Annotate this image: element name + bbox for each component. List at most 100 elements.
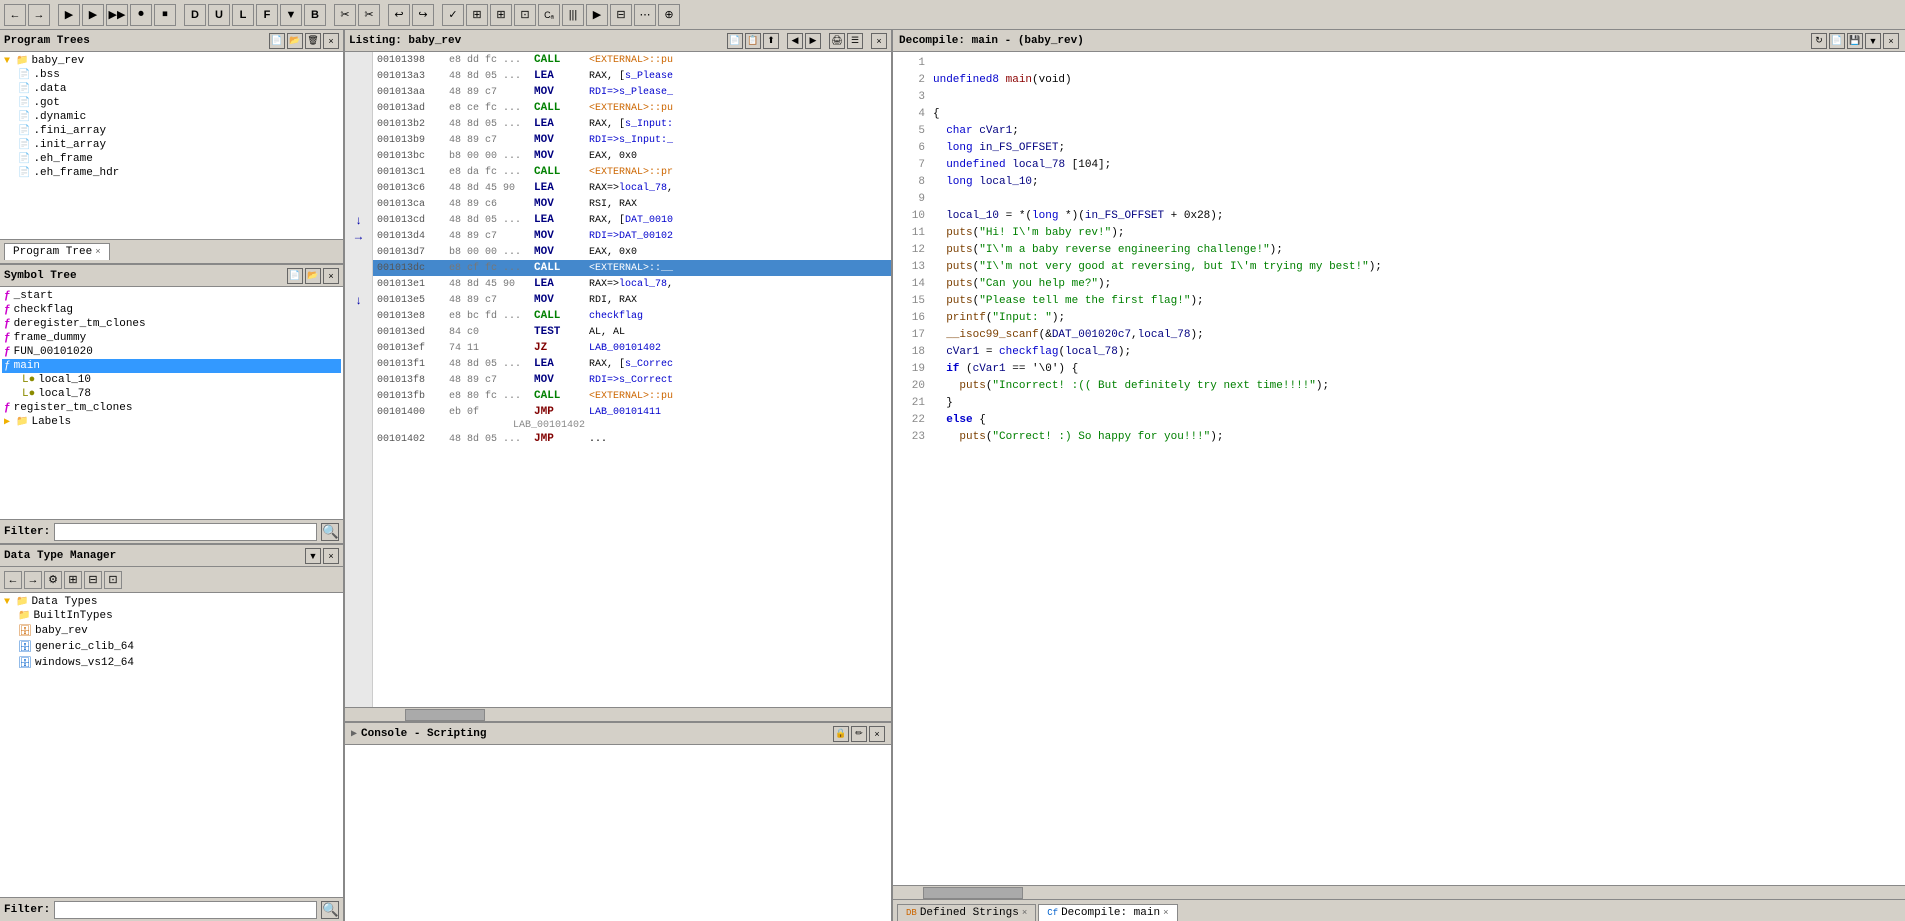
- dtm-datatypes[interactable]: ▼ 📁 Data Types: [2, 595, 341, 609]
- tree-item-data[interactable]: 📄 .data: [2, 82, 341, 96]
- dtm-filter-btn[interactable]: 🔍: [321, 901, 339, 919]
- lst-copy-btn[interactable]: 📄: [727, 33, 743, 49]
- sym-checkflag[interactable]: ƒ checkflag: [2, 303, 341, 317]
- listing-row-19[interactable]: 001013f1 48 8d 05 ... LEA RAX, [s_Correc: [373, 356, 891, 372]
- dtm-babyrev[interactable]: 🗄 baby_rev: [2, 623, 341, 639]
- listing-row-0[interactable]: 00101398 e8 dd fc ... CALL <EXTERNAL>::p…: [373, 52, 891, 68]
- dtm-gear-btn[interactable]: ⚙: [44, 571, 62, 589]
- program-tree-tab-close[interactable]: ×: [95, 247, 100, 257]
- dtm-close-btn[interactable]: ×: [323, 548, 339, 564]
- tree-item-ehframehdr[interactable]: 📄 .eh_frame_hdr: [2, 166, 341, 180]
- program-tree-tab[interactable]: Program Tree ×: [4, 243, 110, 260]
- listing-hscroll[interactable]: [345, 707, 891, 721]
- grid2-btn[interactable]: ⊞: [490, 4, 512, 26]
- b-btn[interactable]: B: [304, 4, 326, 26]
- dtm-back-btn[interactable]: ←: [4, 571, 22, 589]
- play-btn[interactable]: ▶: [586, 4, 608, 26]
- tree-item-ehframe[interactable]: 📄 .eh_frame: [2, 152, 341, 166]
- st-new-btn[interactable]: 📄: [287, 268, 303, 284]
- listing-row-17[interactable]: 001013ed 84 c0 TEST AL, AL: [373, 324, 891, 340]
- undo-btn[interactable]: ↩: [388, 4, 410, 26]
- listing-row-18[interactable]: 001013ef 74 11 JZ LAB_00101402: [373, 340, 891, 356]
- tree-item-bss[interactable]: 📄 .bss: [2, 68, 341, 82]
- disasm-btn[interactable]: D: [184, 4, 206, 26]
- forward-btn[interactable]: →: [28, 4, 50, 26]
- tree-item-root[interactable]: ▼ 📁 baby_rev: [2, 54, 341, 68]
- dtm-fwd-btn[interactable]: →: [24, 571, 42, 589]
- undef-btn[interactable]: U: [208, 4, 230, 26]
- sym-main[interactable]: ƒ main: [2, 359, 341, 373]
- tab-ds-close[interactable]: ×: [1022, 908, 1027, 918]
- sq-btn[interactable]: ⊡: [514, 4, 536, 26]
- listing-row-9[interactable]: 001013ca 48 89 c6 MOV RSI, RAX: [373, 196, 891, 212]
- sym-filter-btn[interactable]: 🔍: [321, 523, 339, 541]
- run2-btn[interactable]: ▶: [82, 4, 104, 26]
- cut2-btn[interactable]: ✂: [358, 4, 380, 26]
- listing-row-6[interactable]: 001013bc b8 00 00 ... MOV EAX, 0x0: [373, 148, 891, 164]
- arr-btn[interactable]: ▼: [280, 4, 302, 26]
- lst-opts-btn[interactable]: ☰: [847, 33, 863, 49]
- sym-start[interactable]: ƒ _start: [2, 289, 341, 303]
- stop-btn[interactable]: ⏹: [154, 4, 176, 26]
- tab-dm-close[interactable]: ×: [1163, 908, 1168, 918]
- dtm-builtin[interactable]: 📁 BuiltInTypes: [2, 609, 341, 623]
- sym-deregister[interactable]: ƒ deregister_tm_clones: [2, 317, 341, 331]
- sym-filter-input[interactable]: [54, 523, 317, 541]
- func-btn[interactable]: F: [256, 4, 278, 26]
- dtm-filter-input[interactable]: [54, 901, 317, 919]
- sym-register[interactable]: ƒ register_tm_clones: [2, 401, 341, 415]
- check-btn[interactable]: ✓: [442, 4, 464, 26]
- sym-framedummy[interactable]: ƒ frame_dummy: [2, 331, 341, 345]
- grid-btn[interactable]: ⊞: [466, 4, 488, 26]
- dtm-windows[interactable]: 🗄 windows_vs12_64: [2, 655, 341, 671]
- listing-row-5[interactable]: 001013b9 48 89 c7 MOV RDI=>s_Input:_: [373, 132, 891, 148]
- dec-refresh-btn[interactable]: ↻: [1811, 33, 1827, 49]
- run3-btn[interactable]: ▶▶: [106, 4, 128, 26]
- lst-cursor-btn[interactable]: ⬆: [763, 33, 779, 49]
- console-lock-btn[interactable]: 🔒: [833, 726, 849, 742]
- listing-row-16[interactable]: 001013e8 e8 bc fd ... CALL checkflag: [373, 308, 891, 324]
- console-close-btn[interactable]: ×: [869, 726, 885, 742]
- decompile-hscroll[interactable]: [893, 885, 1905, 899]
- run-btn[interactable]: ▶: [58, 4, 80, 26]
- listing-row-last[interactable]: 00101402 48 8d 05 ... JMP ...: [373, 431, 891, 447]
- listing-row-2[interactable]: 001013aa 48 89 c7 MOV RDI=>s_Please_: [373, 84, 891, 100]
- ca-btn[interactable]: Cₐ: [538, 4, 560, 26]
- sym-fun[interactable]: ƒ FUN_00101020: [2, 345, 341, 359]
- lst-print-btn[interactable]: 🖨: [829, 33, 845, 49]
- tree-item-fini[interactable]: 📄 .fini_array: [2, 124, 341, 138]
- listing-row-1[interactable]: 001013a3 48 8d 05 ... LEA RAX, [s_Please: [373, 68, 891, 84]
- bars-btn[interactable]: |||: [562, 4, 584, 26]
- tree-item-got[interactable]: 📄 .got: [2, 96, 341, 110]
- listing-row-12[interactable]: 001013d7 b8 00 00 ... MOV EAX, 0x0: [373, 244, 891, 260]
- dtm-view-btn[interactable]: ⊡: [104, 571, 122, 589]
- dec-copy-btn[interactable]: 📄: [1829, 33, 1845, 49]
- dtm-rem-btn[interactable]: ⊟: [84, 571, 102, 589]
- sym-local10[interactable]: L● local_10: [2, 373, 341, 387]
- console-edit-btn[interactable]: ✏: [851, 726, 867, 742]
- listing-row-20[interactable]: 001013f8 48 89 c7 MOV RDI=>s_Correct: [373, 372, 891, 388]
- record-btn[interactable]: ⏺: [130, 4, 152, 26]
- pt-open-btn[interactable]: 📂: [287, 33, 303, 49]
- tree-item-init[interactable]: 📄 .init_array: [2, 138, 341, 152]
- listing-row-22[interactable]: 00101400 eb 0f JMP LAB_00101411: [373, 404, 891, 420]
- sym-local78[interactable]: L● local_78: [2, 387, 341, 401]
- tab-defined-strings[interactable]: DB Defined Strings ×: [897, 904, 1036, 921]
- listing-row-selected[interactable]: 001013dc e8 cf fc ... CALL <EXTERNAL>::_…: [373, 260, 891, 276]
- st-open-btn[interactable]: 📂: [305, 268, 321, 284]
- cut-btn[interactable]: ✂: [334, 4, 356, 26]
- st-close-btn[interactable]: ×: [323, 268, 339, 284]
- pt-new-btn[interactable]: 📄: [269, 33, 285, 49]
- tab-decompile-main[interactable]: Cf Decompile: main ×: [1038, 904, 1177, 921]
- plus-btn[interactable]: ⊕: [658, 4, 680, 26]
- dots-btn[interactable]: ⋯: [634, 4, 656, 26]
- back-btn[interactable]: ←: [4, 4, 26, 26]
- listing-row-8[interactable]: 001013c6 48 8d 45 90 LEA RAX=>local_78,: [373, 180, 891, 196]
- lst-nav2-btn[interactable]: ▶: [805, 33, 821, 49]
- dtm-generic[interactable]: 🗄 generic_clib_64: [2, 639, 341, 655]
- dtm-add-btn[interactable]: ⊞: [64, 571, 82, 589]
- dec-dropdown-btn[interactable]: ▼: [1865, 33, 1881, 49]
- listing-row-3[interactable]: 001013ad e8 ce fc ... CALL <EXTERNAL>::p…: [373, 100, 891, 116]
- dec-export-btn[interactable]: 💾: [1847, 33, 1863, 49]
- dtm-dropdown-btn[interactable]: ▼: [305, 548, 321, 564]
